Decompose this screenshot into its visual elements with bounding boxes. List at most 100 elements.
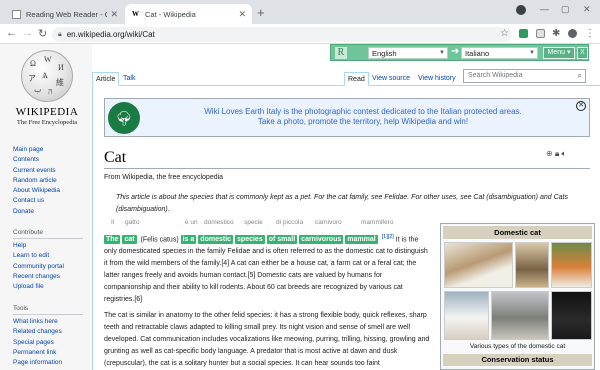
cat-photo[interactable] <box>444 242 513 288</box>
citation-link[interactable]: [1][2] <box>382 234 394 240</box>
tab-title: Cat - Wikipedia <box>145 9 196 19</box>
highlighted-word[interactable]: domestic <box>198 235 234 245</box>
close-tab-icon[interactable]: ✕ <box>238 9 246 20</box>
sidebar-item-random-article[interactable]: Random article <box>13 176 60 186</box>
reload-icon[interactable]: ↻ <box>38 27 47 40</box>
tab-view-source[interactable]: View source <box>369 72 413 86</box>
address-bar-row: ← → ↻ 🔒︎ en.wikipedia.org/wiki/Cat ☆ ✱ ⋮ <box>0 24 600 44</box>
target-language-select[interactable]: Italiano ▼ <box>461 47 538 59</box>
sidebar-item-recent-changes[interactable]: Recent changes <box>13 272 64 282</box>
cat-photo[interactable] <box>515 242 549 288</box>
sidebar-divider <box>13 238 83 239</box>
tab-read[interactable]: Read <box>344 72 369 86</box>
profile-dropdown-icon[interactable] <box>516 5 526 15</box>
translation-hint: carnivoro <box>315 219 342 226</box>
cat-photo[interactable] <box>551 291 592 340</box>
tab-view-history[interactable]: View history <box>415 72 459 86</box>
chevron-down-icon: ▼ <box>439 50 445 56</box>
chrome-menu-icon[interactable]: ⋮ <box>585 28 595 39</box>
back-arrow-icon[interactable]: ← <box>6 27 17 39</box>
source-language-value: English <box>372 49 397 58</box>
sidebar-item-main-page[interactable]: Main page <box>13 145 60 155</box>
translation-hint: domestico <box>204 219 234 226</box>
highlighted-word[interactable]: species <box>235 235 265 245</box>
wiki-loves-earth-logo[interactable]: 🌳︎ <box>108 102 140 134</box>
wikipedia-globe-logo[interactable]: ΩWИ アѦ維 بה <box>21 50 73 102</box>
sidebar-item-page-information[interactable]: Page information <box>13 358 62 368</box>
translator-menu-button[interactable]: Menu ▾ <box>543 47 575 59</box>
translation-hint: gatto <box>125 219 140 226</box>
new-tab-button[interactable]: + <box>257 5 265 20</box>
sidebar-item-permanent-link[interactable]: Permanent link <box>13 348 62 358</box>
site-notice-banner: 🌳︎ Wiki Loves Earth Italy is the photogr… <box>104 98 590 137</box>
banner-line-2: Take a photo, promote the territory, hel… <box>257 117 469 126</box>
lock-icon[interactable]: 🔒︎ <box>555 149 559 158</box>
sidebar-main-links: Main page Contents Current events Random… <box>13 145 60 217</box>
bookmark-star-icon[interactable]: ☆ <box>500 28 509 39</box>
tab-article[interactable]: Article <box>92 72 120 86</box>
lock-icon[interactable]: 🔒︎ <box>58 31 62 39</box>
highlighted-word[interactable]: mammal <box>345 235 378 245</box>
maximize-icon[interactable]: ▢ <box>561 4 570 15</box>
target-language-value: Italiano <box>465 49 490 58</box>
translation-hint: mammifero <box>361 219 394 226</box>
forward-arrow-icon[interactable]: → <box>22 27 33 39</box>
swap-arrow-icon[interactable]: ➔ <box>451 46 459 57</box>
infobox-section-heading: Conservation status <box>443 354 592 366</box>
banner-text[interactable]: Wiki Loves Earth Italy is the photograph… <box>153 107 573 127</box>
extension-icon[interactable] <box>536 29 545 38</box>
window-close-icon[interactable]: ✕ <box>583 4 591 15</box>
close-tab-icon[interactable]: ✕ <box>110 9 118 20</box>
wikipedia-wordmark[interactable]: WIKIPEDIA <box>12 106 82 118</box>
chevron-down-icon: ▼ <box>529 50 535 56</box>
cat-photo[interactable] <box>551 242 592 288</box>
infobox: Domestic cat Various types of the domest… <box>440 223 595 370</box>
good-article-icon[interactable]: ⊕ <box>546 149 553 158</box>
sidebar-item-upload-file[interactable]: Upload file <box>13 282 64 292</box>
highlighted-word[interactable]: of small <box>266 235 298 245</box>
translator-close-button[interactable]: X <box>577 47 588 59</box>
minimize-icon[interactable]: — <box>540 4 549 14</box>
lead-paragraph: The cat (Felis catus) is a domestic species… <box>104 231 431 306</box>
sidebar-item-donate[interactable]: Donate <box>13 207 60 217</box>
profile-avatar-icon[interactable] <box>568 29 577 38</box>
highlighted-word[interactable]: carnivorous <box>299 235 344 245</box>
sidebar-contribute-links: Help Learn to edit Community portal Rece… <box>13 241 64 292</box>
sidebar-item-community-portal[interactable]: Community portal <box>13 262 64 272</box>
highlighted-word[interactable]: The <box>104 235 121 245</box>
sidebar-item-what-links-here[interactable]: What links here <box>13 317 62 327</box>
cat-photo[interactable] <box>491 291 549 340</box>
tab-reading-web-reader[interactable]: Reading Web Reader - Chrome ✕ <box>6 4 124 24</box>
sidebar-tools-links: What links here Related changes Special … <box>13 317 62 368</box>
menu-label: Menu <box>547 49 566 56</box>
sidebar-item-learn-to-edit[interactable]: Learn to edit <box>13 251 64 261</box>
sidebar-item-contents[interactable]: Contents <box>13 155 60 165</box>
puzzle-extensions-icon[interactable]: ✱ <box>552 28 560 39</box>
wiki-sidebar: ΩWИ アѦ維 بה WIKIPEDIA The Free Encycloped… <box>0 44 92 370</box>
translation-hint: è un <box>185 219 198 226</box>
wiki-search-input[interactable]: Search Wikipedia ⌕ <box>463 69 586 83</box>
search-icon[interactable]: ⌕ <box>578 70 582 82</box>
infobox-title: Domestic cat <box>443 226 592 239</box>
sidebar-item-about-wikipedia[interactable]: About Wikipedia <box>13 186 60 196</box>
audio-speaker-icon[interactable]: 🔈︎ <box>561 149 566 158</box>
highlighted-word[interactable]: cat <box>122 235 137 245</box>
document-icon <box>12 9 21 19</box>
tab-cat-wikipedia[interactable]: W Cat - Wikipedia ✕ <box>125 4 252 24</box>
sidebar-heading-contribute: Contribute <box>13 229 43 236</box>
translation-hint: Il <box>111 219 115 226</box>
sidebar-item-current-events[interactable]: Current events <box>13 166 60 176</box>
source-language-select[interactable]: English ▼ <box>368 47 448 59</box>
sidebar-item-special-pages[interactable]: Special pages <box>13 338 62 348</box>
wikipedia-w-icon: W <box>132 10 139 18</box>
close-icon[interactable]: ✕ <box>576 101 586 111</box>
sidebar-item-contact-us[interactable]: Contact us <box>13 196 60 206</box>
url-text: en.wikipedia.org/wiki/Cat <box>66 30 155 39</box>
cat-photo[interactable] <box>444 291 489 340</box>
url-bar[interactable]: 🔒︎ en.wikipedia.org/wiki/Cat <box>52 27 512 42</box>
sidebar-item-related-changes[interactable]: Related changes <box>13 327 62 337</box>
highlighted-word[interactable]: is a <box>180 235 197 245</box>
tab-talk[interactable]: Talk <box>120 72 138 86</box>
sidebar-item-help[interactable]: Help <box>13 241 64 251</box>
reader-extension-icon[interactable] <box>519 29 528 38</box>
